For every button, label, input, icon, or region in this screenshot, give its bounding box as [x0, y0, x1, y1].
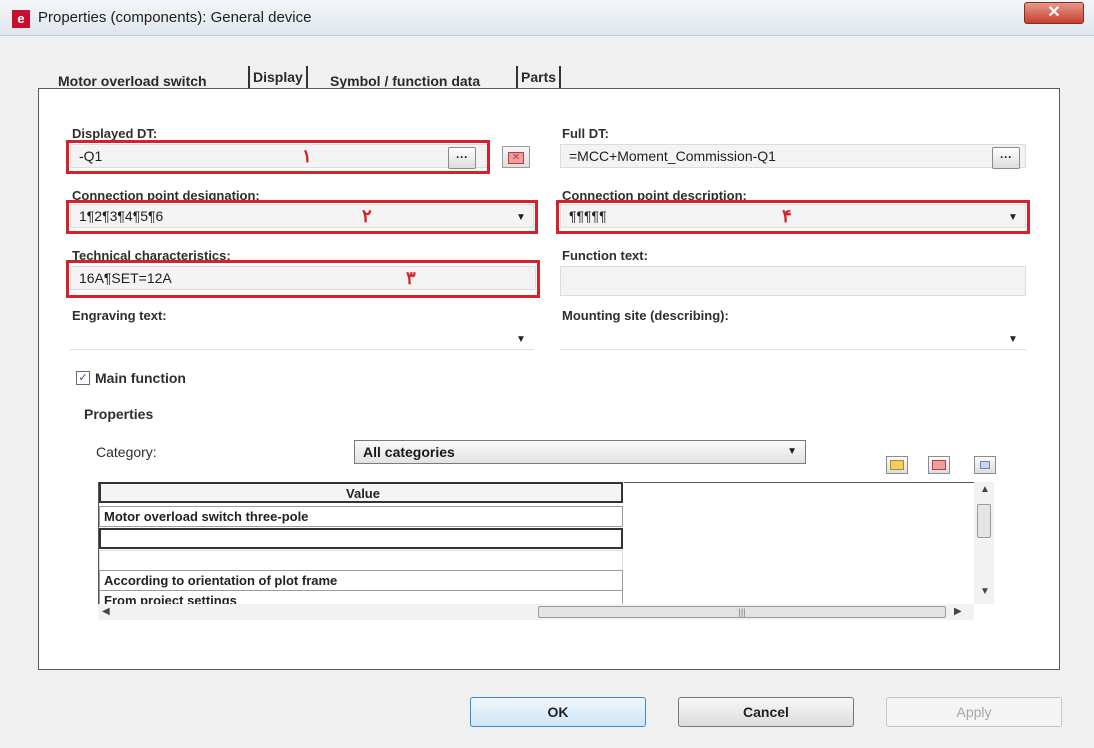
engraving-text-field[interactable] [70, 326, 534, 350]
app-icon: e [12, 10, 30, 28]
properties-heading: Properties [84, 406, 154, 422]
apply-button[interactable]: Apply [886, 697, 1062, 727]
grid-row[interactable]: From project settings [99, 590, 623, 604]
category-select[interactable]: All categories ▼ [354, 440, 806, 464]
annotation-box-2 [66, 200, 538, 234]
grid-row[interactable] [99, 550, 623, 571]
displayed-dt-label: Displayed DT: [72, 126, 158, 141]
new-property-button[interactable] [886, 456, 908, 474]
full-dt-field[interactable]: =MCC+Moment_Commission-Q1 [560, 144, 1026, 168]
full-dt-label: Full DT: [562, 126, 609, 141]
delete-property-button[interactable] [928, 456, 950, 474]
grid-row[interactable]: Motor overload switch three-pole [99, 506, 623, 527]
ok-button[interactable]: OK [470, 697, 646, 727]
mounting-site-field[interactable] [560, 326, 1026, 350]
properties-grid: Value Motor overload switch three-pole A… [98, 482, 624, 604]
tab-display[interactable]: Display [248, 66, 308, 90]
close-button[interactable]: ✕ [1024, 2, 1084, 24]
engraving-text-dropdown-icon[interactable]: ▼ [516, 334, 526, 345]
annotation-number-3: ۳ [406, 268, 416, 288]
annotation-box-1 [66, 140, 490, 174]
cancel-button[interactable]: Cancel [678, 697, 854, 727]
main-function-checkbox[interactable]: ✓ [76, 371, 90, 385]
main-function-label: Main function [95, 370, 186, 386]
grid-horizontal-scroll-thumb[interactable]: ||| [538, 606, 946, 618]
scroll-down-icon[interactable]: ▼ [980, 586, 990, 597]
mounting-site-label: Mounting site (describing): [562, 308, 729, 323]
window-title: Properties (components): General device [38, 9, 312, 26]
scroll-right-icon[interactable]: ▶ [954, 606, 962, 617]
function-text-field[interactable] [560, 266, 1026, 296]
category-label: Category: [96, 444, 157, 460]
grid-row[interactable]: According to orientation of plot frame [99, 570, 623, 591]
properties-grid-side-panel [624, 482, 974, 604]
annotation-number-1: ۱ [302, 146, 312, 166]
category-select-value: All categories [363, 444, 455, 460]
grid-horizontal-scrollbar[interactable]: ◀ ||| ▶ [98, 604, 974, 620]
grid-header-value: Value [99, 482, 623, 503]
delete-icon: ✕ [508, 152, 524, 164]
engraving-text-label: Engraving text: [72, 308, 167, 323]
delete-icon [932, 460, 946, 470]
category-dropdown-icon: ▼ [787, 446, 797, 457]
annotation-box-4 [556, 200, 1030, 234]
folder-icon [890, 460, 904, 470]
function-text-label: Function text: [562, 248, 648, 263]
tab-parts[interactable]: Parts [516, 66, 562, 90]
property-options-button[interactable] [974, 456, 996, 474]
list-icon [980, 461, 990, 469]
annotation-number-2: ۲ [362, 206, 372, 226]
mounting-site-dropdown-icon[interactable]: ▼ [1008, 334, 1018, 345]
scroll-left-icon[interactable]: ◀ [102, 606, 110, 617]
title-bar: e Properties (components): General devic… [0, 0, 1094, 36]
scroll-up-icon[interactable]: ▲ [980, 484, 990, 495]
annotation-box-3 [66, 260, 540, 298]
grid-vertical-scroll-thumb[interactable] [977, 504, 991, 538]
grid-vertical-scrollbar[interactable]: ▲ ▼ [974, 482, 994, 604]
annotation-number-4: ۴ [782, 206, 792, 226]
grid-row[interactable] [99, 528, 623, 549]
properties-dialog: e Properties (components): General devic… [0, 0, 1094, 748]
full-dt-browse-button[interactable]: ··· [992, 147, 1020, 169]
delete-button[interactable]: ✕ [502, 146, 530, 168]
